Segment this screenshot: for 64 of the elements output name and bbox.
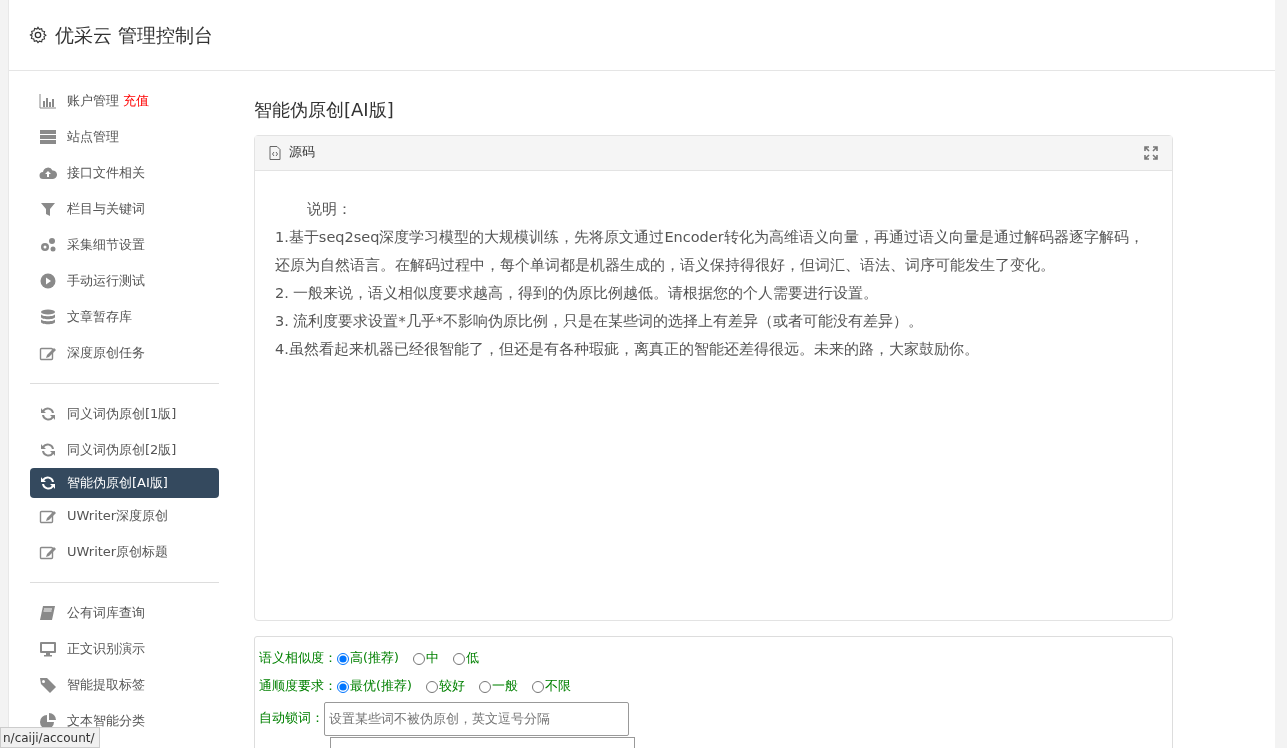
refresh-icon [39,406,57,422]
edit-icon [39,508,57,524]
radio-button[interactable] [531,680,544,693]
pie-chart-icon [39,713,57,729]
description-heading: 说明： [306,199,353,219]
option-label: 语义相似度： [259,649,337,668]
sidebar-item[interactable]: 公有词库查询 [30,595,219,631]
description-paragraph: 2. 一般来说，语义相似度要求越高，得到的伪原比例越低。请根据您的个人需要进行设置。 [275,283,880,303]
description-paragraph: 4.虽然看起来机器已经很智能了，但还是有各种瑕疵，离真正的智能还差得很远。未来的路，大家鼓励你。 [275,339,980,359]
sidebar-item[interactable]: 文章暂存库 [30,299,219,335]
play-icon [39,273,57,289]
page-title: 智能伪原创[AI版] [254,99,395,121]
lock-words-field[interactable]: 设置某些词不被伪原创，英文逗号分隔 [324,701,629,736]
fullscreen-icon[interactable] [1144,145,1158,160]
sidebar-item[interactable]: 站点管理 [30,119,219,155]
sidebar-label: 账户管理 [67,92,119,111]
radio-button[interactable] [425,680,438,693]
sidebar-item[interactable]: 同义词伪原创[2版] [30,432,219,468]
option-label: 通顺度要求： [259,677,337,696]
radio-label[interactable]: 一般 [491,677,518,696]
monitor-icon [39,641,57,657]
sidebar-item[interactable]: 栏目与关键词 [30,191,219,227]
tag-icon [39,677,57,693]
field-label: 自动锁词： [259,709,324,728]
recharge-link[interactable]: 充值 [123,91,149,111]
cloud-upload-icon [39,165,57,181]
database-icon [39,309,57,325]
console-title: 优采云 管理控制台 [55,23,214,47]
sidebar-item[interactable]: UWriter原创标题 [30,534,219,570]
refresh-icon [39,475,57,491]
sidebar-item[interactable]: 接口文件相关 [30,155,219,191]
description-paragraph: 1.基于seq2seq深度学习模型的大规模训练，先将原文通过Encoder转化为高维语义向量，再通过语义向量是通过解码器逐字解码，还原为自然语言。在解码过程中，每个单词都是机器生成的，语义保持得很好，但词汇、语法、词序可能发生了变化。 [275,227,1145,275]
server-icon [39,129,57,145]
sidebar-item[interactable]: UWriter深度原创 [30,498,219,534]
radio-button[interactable] [478,680,491,693]
sidebar-item[interactable]: 手动运行测试 [30,263,219,299]
bar-chart-icon [39,93,57,109]
radio-button[interactable] [452,652,465,665]
radio-button[interactable] [337,652,349,665]
sidebar-item[interactable]: 深度原创任务 [30,335,219,371]
status-url: n/caiji/account/ [0,727,100,748]
radio-label[interactable]: 中 [425,649,439,668]
edit-icon [39,345,57,361]
sidebar-item[interactable]: 同义词伪原创[1版] [30,396,219,432]
edit-icon [39,544,57,560]
settings-icon [29,26,47,44]
radio-label[interactable]: 最优(推荐) [350,677,412,696]
sidebar-item[interactable]: 采集细节设置 [30,227,219,263]
refresh-icon [39,442,57,458]
radio-label[interactable]: 较好 [438,677,465,696]
radio-button[interactable] [337,680,349,693]
code-file-icon [269,145,281,160]
sidebar-item[interactable]: 账户管理 充值 [30,83,219,119]
radio-label[interactable]: 高(推荐) [350,649,399,668]
filter-icon [39,201,57,217]
book-icon [39,605,57,621]
radio-label[interactable]: 低 [465,649,479,668]
sidebar-item[interactable]: 智能伪原创[AI版] [30,468,219,498]
panel-title: 源码 [289,143,315,162]
sidebar-item[interactable]: 智能提取标签 [30,667,219,703]
sidebar-item[interactable]: 正文识别演示 [30,631,219,667]
description-paragraph: 3. 流利度要求设置*几乎*不影响伪原比例，只是在某些词的选择上有差异（或者可能没有差异）。 [275,311,924,331]
radio-label[interactable]: 不限 [544,677,571,696]
radio-button[interactable] [412,652,425,665]
